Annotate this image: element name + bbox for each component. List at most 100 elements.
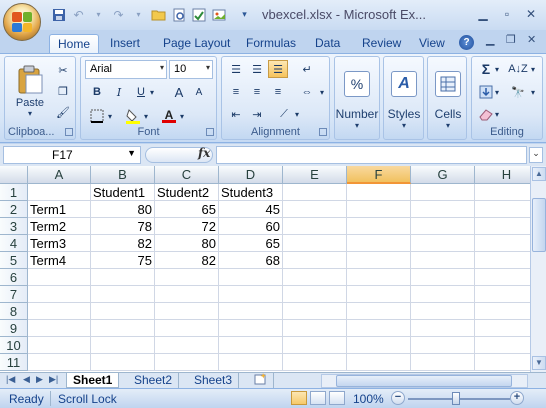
row-header[interactable]: 4 — [0, 235, 28, 252]
row-header[interactable]: 9 — [0, 320, 28, 337]
vertical-scrollbar[interactable]: ▲ ▼ — [530, 166, 546, 372]
scroll-up-icon[interactable]: ▲ — [532, 167, 546, 181]
cell-a3[interactable]: Term2 — [28, 218, 91, 235]
align-center-icon[interactable]: ≡ — [247, 83, 267, 101]
cell-a9[interactable] — [28, 320, 91, 337]
cell-a5[interactable]: Term4 — [28, 252, 91, 269]
styles-button[interactable]: A Styles ▾ — [385, 63, 423, 137]
decrease-indent-icon[interactable]: ⇤ — [226, 105, 246, 123]
ribbon-close-icon[interactable]: ✕ — [527, 33, 536, 46]
cell-h8[interactable] — [475, 303, 530, 320]
tab-data[interactable]: Data — [307, 34, 348, 54]
find-dropdown-icon[interactable]: ▾ — [528, 83, 538, 101]
minimize-icon[interactable]: ▁ — [474, 5, 492, 23]
cell-h10[interactable] — [475, 337, 530, 354]
row-header[interactable]: 8 — [0, 303, 28, 320]
cell-a2[interactable]: Term1 — [28, 201, 91, 218]
underline-dropdown-icon[interactable]: ▾ — [147, 83, 157, 101]
cell-e2[interactable] — [283, 201, 347, 218]
cell-g4[interactable] — [411, 235, 475, 252]
cell-c8[interactable] — [155, 303, 219, 320]
align-top-icon[interactable]: ☰ — [226, 60, 246, 78]
autosum-dropdown-icon[interactable]: ▾ — [492, 60, 502, 78]
cell-f8[interactable] — [347, 303, 411, 320]
borders-dropdown-icon[interactable]: ▾ — [105, 107, 115, 125]
cell-c2[interactable]: 65 — [155, 201, 219, 218]
insert-function-icon[interactable]: fx — [198, 146, 210, 160]
sheet-tab-sheet3[interactable]: Sheet3 — [188, 373, 240, 388]
cell-d2[interactable]: 45 — [219, 201, 283, 218]
copy-icon[interactable]: ❐ — [53, 82, 73, 100]
grow-font-button[interactable]: A — [169, 83, 189, 101]
column-header-c[interactable]: C — [155, 166, 219, 184]
cell-g5[interactable] — [411, 252, 475, 269]
cell-h5[interactable] — [475, 252, 530, 269]
column-header-f[interactable]: F — [347, 166, 411, 184]
cell-f3[interactable] — [347, 218, 411, 235]
cell-g1[interactable] — [411, 184, 475, 201]
normal-view-icon[interactable] — [291, 391, 307, 405]
alignment-launcher-icon[interactable] — [319, 128, 327, 136]
cell-d3[interactable]: 60 — [219, 218, 283, 235]
increase-indent-icon[interactable]: ⇥ — [247, 105, 267, 123]
align-middle-icon[interactable]: ☰ — [247, 60, 267, 78]
page-break-view-icon[interactable] — [329, 391, 345, 405]
cell-a4[interactable]: Term3 — [28, 235, 91, 252]
row-header[interactable]: 6 — [0, 269, 28, 286]
zoom-out-icon[interactable]: − — [391, 391, 405, 405]
format-painter-icon[interactable]: 🖌 — [53, 103, 73, 121]
page-layout-view-icon[interactable] — [310, 391, 326, 405]
fill-color-icon[interactable] — [123, 107, 143, 125]
align-right-icon[interactable]: ≡ — [268, 83, 288, 101]
cell-g6[interactable] — [411, 269, 475, 286]
cell-f4[interactable] — [347, 235, 411, 252]
cell-d4[interactable]: 65 — [219, 235, 283, 252]
merge-dropdown-icon[interactable]: ▾ — [317, 83, 327, 101]
cell-h4[interactable] — [475, 235, 530, 252]
cell-f9[interactable] — [347, 320, 411, 337]
row-header[interactable]: 5 — [0, 252, 28, 269]
customize-qat-icon[interactable]: ▾ — [236, 6, 253, 23]
cell-h3[interactable] — [475, 218, 530, 235]
cell-h9[interactable] — [475, 320, 530, 337]
next-sheet-icon[interactable]: ▶ — [36, 374, 43, 385]
row-header[interactable]: 3 — [0, 218, 28, 235]
cell-e8[interactable] — [283, 303, 347, 320]
zoom-in-icon[interactable]: + — [510, 391, 524, 405]
fill-dropdown-icon[interactable]: ▾ — [492, 83, 502, 101]
cell-b1[interactable]: Student1 — [91, 184, 155, 201]
cell-b9[interactable] — [91, 320, 155, 337]
horizontal-scroll-thumb[interactable] — [336, 375, 512, 387]
shrink-font-button[interactable]: A — [189, 83, 209, 101]
cell-b11[interactable] — [91, 354, 155, 371]
tab-insert[interactable]: Insert — [102, 34, 148, 54]
cell-c5[interactable]: 82 — [155, 252, 219, 269]
font-size-combo[interactable]: 10 ▾ — [169, 60, 213, 79]
clipboard-launcher-icon[interactable] — [65, 128, 73, 136]
cell-e11[interactable] — [283, 354, 347, 371]
cell-a8[interactable] — [28, 303, 91, 320]
cell-c7[interactable] — [155, 286, 219, 303]
cell-a6[interactable] — [28, 269, 91, 286]
cell-e10[interactable] — [283, 337, 347, 354]
cell-g8[interactable] — [411, 303, 475, 320]
tab-home[interactable]: Home — [49, 34, 100, 54]
tab-page-layout[interactable]: Page Layout — [155, 34, 238, 54]
font-color-dropdown-icon[interactable]: ▾ — [177, 107, 187, 125]
tab-view[interactable]: View — [411, 34, 453, 54]
cell-b2[interactable]: 80 — [91, 201, 155, 218]
row-header[interactable]: 10 — [0, 337, 28, 354]
close-icon[interactable]: ✕ — [522, 5, 540, 23]
print-preview-icon[interactable] — [170, 6, 187, 23]
cell-g2[interactable] — [411, 201, 475, 218]
cell-f11[interactable] — [347, 354, 411, 371]
cell-b6[interactable] — [91, 269, 155, 286]
maximize-icon[interactable]: ▫ — [498, 5, 516, 23]
cell-g7[interactable] — [411, 286, 475, 303]
bold-button[interactable]: B — [87, 83, 107, 101]
sort-filter-icon[interactable]: A↓Z — [508, 60, 528, 78]
cell-c3[interactable]: 72 — [155, 218, 219, 235]
cell-g10[interactable] — [411, 337, 475, 354]
cell-f6[interactable] — [347, 269, 411, 286]
cells-button[interactable]: Cells ▾ — [429, 63, 467, 137]
